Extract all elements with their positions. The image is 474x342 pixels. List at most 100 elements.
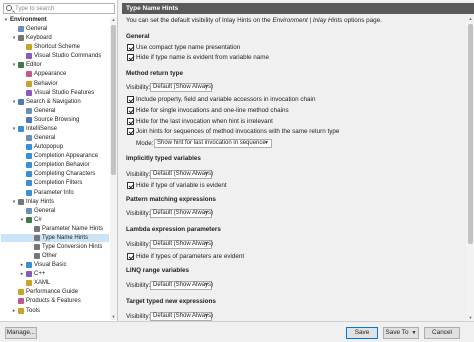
tree-item[interactable]: ▾ Search & Navigation: [1, 98, 109, 106]
tree-scrollbar[interactable]: ▲ ▼: [110, 17, 117, 320]
collapse-arrow-icon[interactable]: ▸: [11, 307, 17, 315]
intellisense-icon: [18, 125, 24, 132]
tree-item[interactable]: Completing Characters: [1, 170, 109, 178]
tree-item[interactable]: ▾ Editor: [1, 61, 109, 69]
tree-item[interactable]: Type Conversion Hints: [1, 243, 109, 251]
tree-item[interactable]: Other: [1, 252, 109, 260]
tree-item[interactable]: Performance Guide: [1, 288, 109, 296]
expand-arrow-icon[interactable]: ▾: [11, 98, 17, 106]
options-scrollbar-thumb[interactable]: [468, 24, 473, 244]
tree-item[interactable]: Behavior: [1, 80, 109, 88]
settings-search-box[interactable]: Type to search: [3, 3, 115, 14]
cancel-button[interactable]: Cancel: [424, 327, 460, 339]
method-return-visibility-label: Visibility:: [126, 83, 151, 91]
tree-item[interactable]: General: [1, 107, 109, 115]
tree-item[interactable]: Completion Appearance: [1, 152, 109, 160]
tree-item[interactable]: Visual Studio Features: [1, 89, 109, 97]
tree-item-label: Visual Studio Features: [34, 89, 95, 96]
tools-icon: [18, 307, 24, 314]
tree-item[interactable]: General: [1, 207, 109, 215]
tree-item[interactable]: Parameter Name Hints: [1, 225, 109, 233]
products-features-icon: [18, 298, 24, 305]
tree-item[interactable]: General: [1, 25, 109, 33]
hide-variable-evident-checkbox[interactable]: [127, 182, 134, 189]
tree-item[interactable]: Products & Features: [1, 297, 109, 305]
expand-arrow-icon[interactable]: ▾: [11, 34, 17, 42]
collapse-arrow-icon[interactable]: ▸: [19, 261, 25, 269]
tree-item-label: Products & Features: [26, 298, 81, 305]
expand-arrow-icon[interactable]: ▾: [3, 16, 9, 24]
expand-arrow-icon[interactable]: ▾: [11, 61, 17, 69]
expand-arrow-icon[interactable]: ▾: [19, 216, 25, 224]
lambda-visibility-dropdown[interactable]: Default (Show Always) ▼: [150, 240, 213, 249]
tree-item[interactable]: Completion Filters: [1, 179, 109, 187]
tree-item[interactable]: General: [1, 134, 109, 142]
tree-item[interactable]: Parameter Info: [1, 189, 109, 197]
join-hints-checkbox[interactable]: [127, 128, 134, 135]
hide-single-invocations-checkbox[interactable]: [127, 107, 134, 114]
tree-item[interactable]: Completion Behavior: [1, 161, 109, 169]
implicit-visibility-dropdown[interactable]: Default (Show Always) ▼: [150, 170, 213, 179]
section-lambda-header: Lambda expression parameters: [126, 226, 221, 233]
other-icon: [34, 253, 40, 260]
vs-icon: [26, 53, 32, 60]
join-hints-label: Join hints for sequences of method invoc…: [136, 127, 340, 135]
manage-button[interactable]: Manage...: [5, 327, 37, 339]
hide-evident-from-name-checkbox[interactable]: [127, 54, 134, 61]
join-hints-mode-label: Mode:: [136, 140, 154, 147]
linq-visibility-dropdown[interactable]: Default (Show Always) ▼: [150, 281, 213, 290]
save-button[interactable]: Save: [346, 327, 378, 339]
hide-last-invocation-checkbox[interactable]: [127, 118, 134, 125]
page-intro: You can set the default visibility of In…: [126, 17, 382, 25]
hide-variable-evident-label: Hide if type of variable is evident: [136, 181, 227, 189]
pattern-visibility-dropdown[interactable]: Default (Show Always) ▼: [150, 209, 213, 218]
intro-prefix: You can set the default visibility of In…: [126, 17, 273, 24]
chevron-down-icon: ▼: [204, 241, 209, 247]
collapse-arrow-icon[interactable]: ▸: [19, 270, 25, 278]
tree-item[interactable]: XAML: [1, 279, 109, 287]
completing-characters-icon: [26, 171, 32, 178]
tree-item[interactable]: Visual Studio Commands: [1, 52, 109, 60]
method-return-visibility-dropdown[interactable]: Default (Show Always) ▼: [150, 83, 213, 92]
intro-link[interactable]: Environment | Inlay Hints: [272, 17, 342, 24]
tree-item[interactable]: Type Name Hints: [1, 233, 109, 242]
tree-item-label: Type Conversion Hints: [42, 244, 103, 250]
tree-item[interactable]: ▸ Tools: [1, 307, 109, 315]
tree-item[interactable]: ▸ Visual Basic: [1, 261, 109, 269]
tree-item[interactable]: Autopopup: [1, 143, 109, 151]
tree-item-label: Autopopup: [34, 144, 64, 151]
scroll-up-arrow-icon[interactable]: ▲: [467, 16, 474, 22]
tree-item-label: Completion Filters: [34, 180, 83, 187]
tree-item[interactable]: ▾ Keyboard: [1, 34, 109, 42]
options-scrollbar[interactable]: ▲ ▼: [467, 16, 474, 321]
tree-item-label: Parameter Name Hints: [42, 225, 104, 232]
vs-icon: [26, 89, 32, 96]
tree-item-label: Visual Basic: [34, 262, 67, 269]
expand-arrow-icon[interactable]: ▾: [11, 198, 17, 206]
autopopup-icon: [26, 144, 32, 151]
tree-item-label: Search & Navigation: [26, 98, 81, 105]
tree-item[interactable]: Source Browsing: [1, 116, 109, 124]
tree-item[interactable]: Shortcut Scheme: [1, 43, 109, 51]
tree-scrollbar-thumb[interactable]: [111, 25, 116, 175]
expand-arrow-icon[interactable]: ▾: [11, 125, 17, 133]
intro-suffix: options page.: [342, 17, 382, 24]
join-hints-mode-value: Show hint for last invocation in sequenc…: [157, 140, 266, 146]
compact-type-name-checkbox[interactable]: [127, 44, 134, 51]
hide-parameter-types-evident-checkbox[interactable]: [127, 253, 134, 260]
scroll-down-arrow-icon[interactable]: ▼: [110, 314, 117, 320]
include-accessors-checkbox[interactable]: [127, 96, 134, 103]
tree-item[interactable]: ▾ Inlay Hints: [1, 198, 109, 206]
tree-item[interactable]: ▾ C#: [1, 216, 109, 224]
tree-item[interactable]: ▾ IntelliSense: [1, 125, 109, 133]
inlay-hints-icon: [18, 198, 24, 205]
tree-item-label: Environment: [10, 17, 47, 23]
tree-item[interactable]: ▾ Environment: [1, 16, 109, 24]
save-to-button[interactable]: Save To ▼: [383, 327, 419, 339]
tree-item[interactable]: ▸ C++: [1, 270, 109, 278]
scroll-up-arrow-icon[interactable]: ▲: [110, 17, 117, 23]
target-typed-visibility-dropdown[interactable]: Default (Show Always) ▼: [150, 312, 213, 321]
tree-item[interactable]: Appearance: [1, 70, 109, 78]
tree-item-label: Tools: [26, 307, 41, 314]
join-hints-mode-dropdown[interactable]: Show hint for last invocation in sequenc…: [154, 139, 272, 148]
